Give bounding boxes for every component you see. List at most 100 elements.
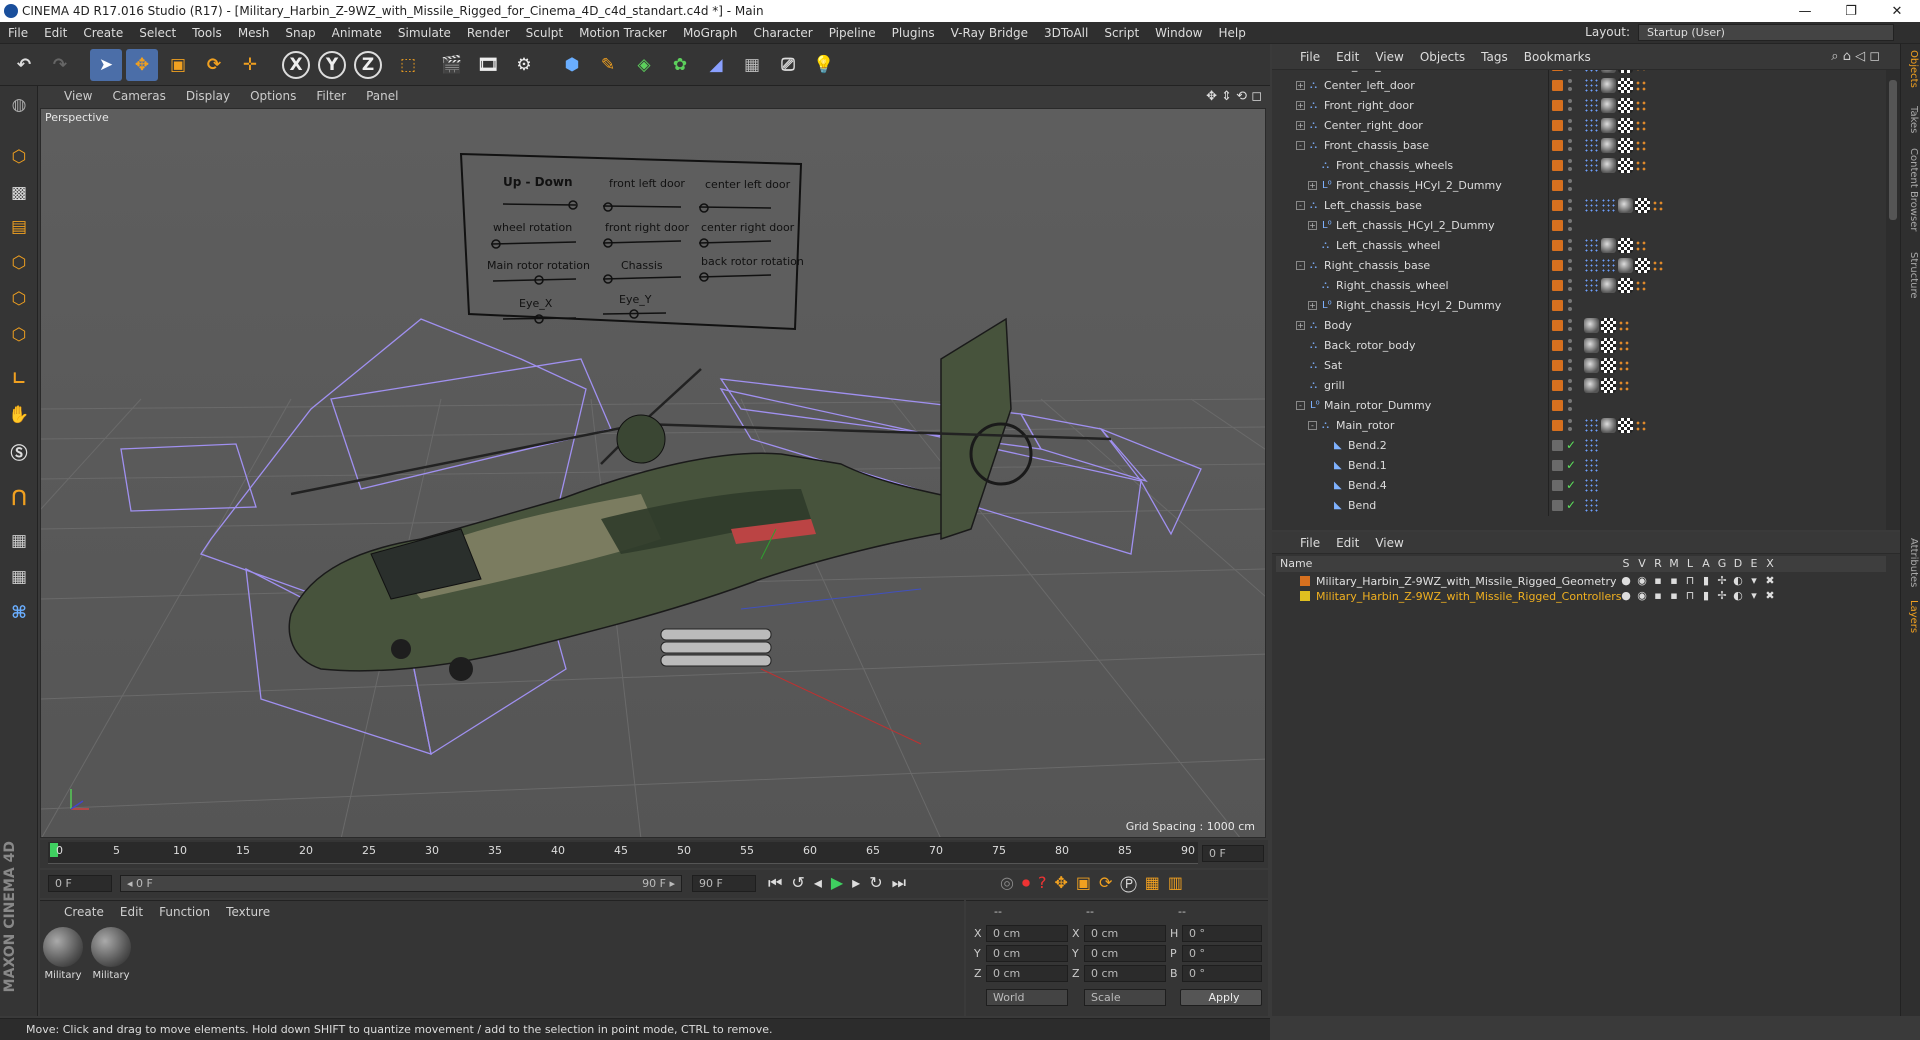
tree-expand-toggle[interactable]: +	[1308, 181, 1317, 190]
tree-expand-toggle[interactable]: +	[1308, 221, 1317, 230]
layer-color-chip[interactable]	[1552, 340, 1563, 351]
key-parameter-icon[interactable]: Ⓟ	[1120, 873, 1144, 892]
layer-color-chip[interactable]	[1552, 80, 1563, 91]
layer-toggle-icons[interactable]: ● ◉ ▪ ▪ ⊓ ▮ ✢ ◐ ▾ ✖	[1618, 574, 1778, 587]
object-name[interactable]: Bend	[1348, 499, 1376, 512]
object-row[interactable]: + L⁰ Front_chassis_HCyl_2_Dummy	[1272, 176, 1882, 196]
object-row[interactable]: ◣ Bend.2 ✓	[1272, 436, 1882, 456]
render-visibility-dot[interactable]	[1568, 107, 1572, 111]
object-name[interactable]: grill	[1324, 379, 1345, 392]
vertex-map-tag-icon[interactable]	[1584, 78, 1598, 93]
vertex-map-tag-icon[interactable]	[1584, 138, 1598, 153]
render-visibility-dot[interactable]	[1568, 367, 1572, 371]
key-position-icon[interactable]: ✥	[1054, 873, 1075, 892]
editor-visibility-dot[interactable]	[1568, 119, 1572, 123]
render-visibility-dot[interactable]	[1568, 267, 1572, 271]
object-row[interactable]: + ⛬ Center_right_door	[1272, 116, 1882, 136]
close-button[interactable]: ✕	[1874, 0, 1920, 22]
texture-tag-icon[interactable]	[1618, 98, 1633, 113]
tree-expand-toggle[interactable]: -	[1308, 421, 1317, 430]
layer-color-chip[interactable]	[1552, 400, 1563, 411]
menu-tools[interactable]: Tools	[184, 26, 230, 40]
phong-tag-icon[interactable]	[1584, 318, 1599, 333]
rotation-h-field[interactable]: 0 °	[1182, 925, 1262, 942]
selection-tag-icon[interactable]	[1635, 280, 1647, 292]
object-row[interactable]: - ⛬ Main_rotor	[1272, 416, 1882, 436]
tweak-mode-icon[interactable]: ✋	[4, 400, 34, 430]
layer-name[interactable]: Military_Harbin_Z-9WZ_with_Missile_Rigge…	[1316, 590, 1622, 603]
object-row[interactable]: + L⁰ Left_chassis_HCyl_2_Dummy	[1272, 216, 1882, 236]
tab-layers[interactable]: Layers	[1903, 600, 1919, 633]
tab-attributes[interactable]: Attributes	[1903, 538, 1919, 587]
selection-tag-icon[interactable]	[1652, 200, 1664, 212]
tab-content-browser[interactable]: Content Browser	[1903, 148, 1919, 231]
texture-tag-icon[interactable]	[1601, 338, 1616, 353]
menu-mesh[interactable]: Mesh	[230, 26, 278, 40]
tree-expand-toggle[interactable]: +	[1308, 301, 1317, 310]
menu-help[interactable]: Help	[1210, 26, 1253, 40]
phong-tag-icon[interactable]	[1601, 238, 1616, 253]
object-manager-scrollbar[interactable]	[1886, 70, 1900, 530]
object-name[interactable]: Right_chassis_Hcyl_2_Dummy	[1336, 299, 1501, 312]
layer-color-chip[interactable]	[1552, 440, 1563, 451]
object-row[interactable]: ◣ Bend.4 ✓	[1272, 476, 1882, 496]
editor-visibility-dot[interactable]	[1568, 99, 1572, 103]
tree-expand-toggle[interactable]: +	[1296, 81, 1305, 90]
menu-vray-bridge[interactable]: V-Ray Bridge	[943, 26, 1036, 40]
vertex-map-tag-icon[interactable]	[1601, 258, 1615, 273]
texture-tag-icon[interactable]	[1618, 238, 1633, 253]
viewport-menu-cameras[interactable]: Cameras	[102, 89, 175, 103]
selection-tag-icon[interactable]	[1618, 320, 1630, 332]
menu-simulate[interactable]: Simulate	[390, 26, 459, 40]
layer-row[interactable]: Military_Harbin_Z-9WZ_with_Missile_Rigge…	[1276, 574, 1886, 589]
texture-tag-icon[interactable]	[1618, 278, 1633, 293]
object-row[interactable]: ⛬ Right_chassis_wheel	[1272, 276, 1882, 296]
texture-tag-icon[interactable]	[1635, 258, 1650, 273]
vertex-map-tag-icon[interactable]	[1584, 238, 1598, 253]
scrollbar-thumb[interactable]	[1889, 80, 1897, 220]
texture-tag-icon[interactable]	[1618, 138, 1633, 153]
render-visibility-dot[interactable]	[1568, 287, 1572, 291]
x-axis-lock-button[interactable]: X	[282, 51, 310, 79]
objects-menu-edit[interactable]: Edit	[1328, 50, 1367, 64]
render-visibility-dot[interactable]	[1568, 427, 1572, 431]
object-row[interactable]: ⛬ Sat	[1272, 356, 1882, 376]
start-frame-field[interactable]: 0 F	[48, 875, 112, 892]
next-frame-icon[interactable]: ▸	[852, 873, 869, 892]
texture-tag-icon[interactable]	[1601, 318, 1616, 333]
object-row[interactable]: ⛬ grill	[1272, 376, 1882, 396]
layer-color-chip[interactable]	[1552, 300, 1563, 311]
deformer-icon[interactable]: ◢	[700, 49, 732, 81]
tree-expand-toggle[interactable]: -	[1296, 261, 1305, 270]
perspective-viewport[interactable]: Up - Down front left door center left do…	[40, 108, 1266, 838]
key-scale-icon[interactable]: ▣	[1076, 873, 1099, 892]
object-name[interactable]: Bend.1	[1348, 459, 1387, 472]
editor-visibility-dot[interactable]	[1568, 339, 1572, 343]
tree-expand-toggle[interactable]: -	[1296, 201, 1305, 210]
menu-3dtoall[interactable]: 3DToAll	[1036, 26, 1096, 40]
menu-motion-tracker[interactable]: Motion Tracker	[571, 26, 675, 40]
next-key-icon[interactable]: ↻	[869, 873, 891, 892]
vertex-map-tag-icon[interactable]	[1584, 118, 1598, 133]
phong-tag-icon[interactable]	[1584, 378, 1599, 393]
subdivision-surface-icon[interactable]: ◈	[628, 49, 660, 81]
enabled-check-icon[interactable]: ✓	[1566, 478, 1576, 492]
objects-menu-objects[interactable]: Objects	[1412, 50, 1473, 64]
material-menu-create[interactable]: Create	[56, 905, 112, 919]
object-name[interactable]: Front_left_door	[1324, 70, 1406, 72]
undo-icon[interactable]: ↶	[8, 49, 40, 81]
menu-snap[interactable]: Snap	[277, 26, 323, 40]
render-visibility-dot[interactable]	[1568, 87, 1572, 91]
material-swatch[interactable]: Military	[42, 927, 84, 981]
menu-edit[interactable]: Edit	[36, 26, 75, 40]
texture-tag-icon[interactable]	[1618, 70, 1633, 73]
menu-plugins[interactable]: Plugins	[884, 26, 943, 40]
model-mode-icon[interactable]: ⬡	[4, 142, 34, 172]
layer-row[interactable]: Military_Harbin_Z-9WZ_with_Missile_Rigge…	[1276, 589, 1886, 604]
layer-color-chip[interactable]	[1552, 320, 1563, 331]
selection-tag-icon[interactable]	[1635, 140, 1647, 152]
object-row[interactable]: - ⛬ Right_chassis_base	[1272, 256, 1882, 276]
menu-animate[interactable]: Animate	[324, 26, 390, 40]
menu-file[interactable]: File	[0, 26, 36, 40]
selection-tag-icon[interactable]	[1635, 160, 1647, 172]
